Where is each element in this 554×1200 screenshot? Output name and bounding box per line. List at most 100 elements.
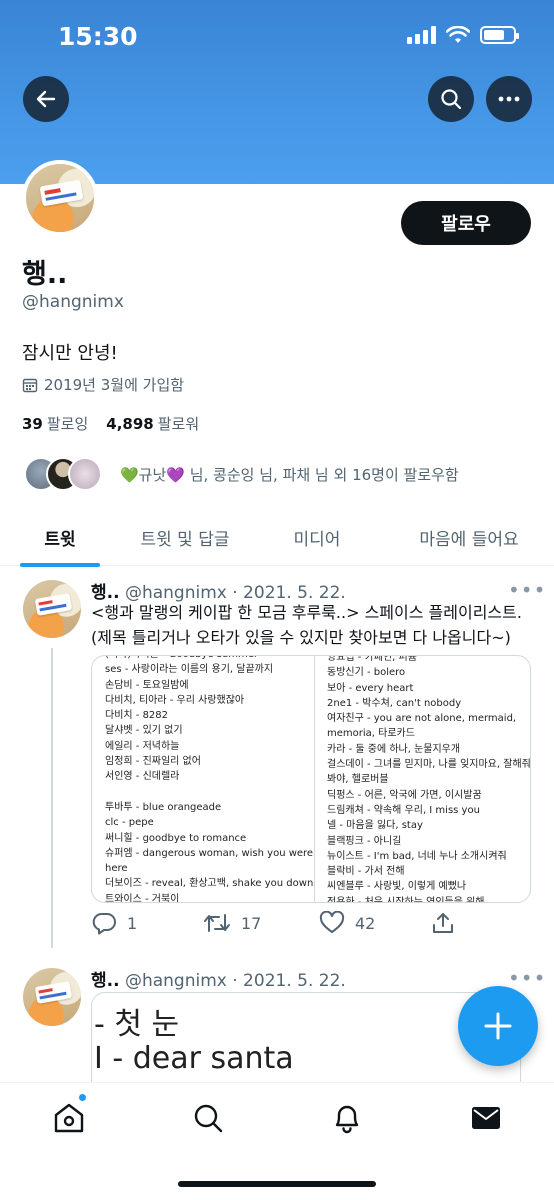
messages-mail-icon[interactable] [469,1101,503,1135]
playlist-line: 블락비 - 가서 전해 [327,866,405,878]
media-divider [314,656,315,902]
tweet-actions: 1 17 42 [91,911,511,941]
tweet-text: <행과 말랭의 케이팝 한 모금 후루룩..> 스페이스 플레이리스트. (제목… [91,600,531,650]
profile-avatar[interactable] [22,160,98,236]
tab-tweets[interactable]: 트윗 [0,508,120,566]
playlist-line: 양요섭 - 카페인, 퍼퓸 [327,655,417,663]
playlist-line: here [105,863,128,875]
home-icon[interactable] [52,1101,86,1135]
retweet-button[interactable]: 17 [203,911,261,935]
playlist-line: (여자)아이들 - Goodbye summer [105,656,325,662]
compose-plus-icon [484,1012,512,1040]
playlist-line: 씨엔블루 - 사랑빛, 이렇게 예뻤나 [327,881,467,893]
playlist-line: 넬 - 마음을 잃다, stay [327,820,423,832]
more-icon [498,96,520,102]
playlist-line: 블랙핑크 - 아니길 [327,835,402,847]
more-options-button[interactable] [486,76,532,122]
tweet-author-name[interactable]: 행.. [91,971,120,991]
back-button[interactable] [23,76,69,122]
like-button[interactable]: 42 [319,911,375,935]
playlist-line [105,785,325,800]
battery-icon [480,26,519,44]
followed-by-avatars[interactable] [24,457,102,491]
playlist-line: 동방신기 - bolero [327,667,406,679]
followed-by-text[interactable]: 💚규낫💜 님, 콩순잉 님, 파채 님 외 16명이 팔로우함 [120,464,459,485]
like-count: 42 [355,913,376,933]
joined-text: 2019년 3월에 가입함 [44,376,185,394]
home-indicator[interactable] [178,1181,376,1187]
playlist-right-column: 양요섭 - 카페인, 퍼퓸동방신기 - bolero 보아 - every hea… [327,655,531,903]
thread-line [51,648,53,948]
tab-media[interactable]: 미디어 [250,508,384,566]
reply-button[interactable]: 1 [91,911,137,935]
back-arrow-icon [36,90,56,108]
tweet-text-line: <행과 말랭의 케이팝 한 모금 후루룩..> 스페이스 플레이리스트. [91,603,522,622]
search-button[interactable] [428,76,474,122]
playlist-line: 보아 - every heart [327,682,414,694]
tweet-avatar[interactable] [23,580,81,638]
playlist-line: memoria, 타로카드 [327,728,415,740]
follower-avatar [68,457,102,491]
share-icon [433,913,453,933]
playlist-line: 딕펑스 - 어른, 악국에 가면, 이시발꿈 [327,789,482,801]
wifi-icon [446,26,470,43]
follow-stats: 39 팔로잉 4,898 팔로워 [22,413,199,434]
follow-button[interactable]: 팔로우 [401,201,531,245]
tweet-more-button[interactable]: ••• [508,966,546,990]
playlist-line: 뉴이스트 - I'm bad, 너네 누나 소개시켜줘 [327,850,507,862]
tab-tweets-and-replies[interactable]: 트윗 및 답글 [120,508,250,566]
compose-tweet-button[interactable] [458,986,538,1066]
playlist-line: 써니힐 - goodbye to romance [105,832,247,844]
tweet-media-image[interactable]: - 첫 눈 I - dear santa [91,992,521,1092]
playlist-left-column: (여자)아이들 - Goodbye summer ses - 사랑이라는 이름의 … [105,656,325,903]
share-button[interactable] [431,911,455,935]
tweet-avatar[interactable] [23,968,81,1026]
playlist-line: 에일리 - 저녁하늘 [105,740,180,752]
playlist-line: 다비치, 티아라 - 우리 사랑했잖아 [105,694,245,706]
profile-bio: 잠시만 안녕! [22,343,118,364]
playlist-line: 봐야, 헬로버블 [327,774,389,786]
media-text-line: - 첫 눈 [94,1007,180,1042]
playlist-line: 슈퍼엠 - dangerous woman, wish you were [105,847,314,859]
playlist-line: ses - 사랑이라는 이름의 용기, 달끝까지 [105,664,274,676]
profile-handle: @hangnimx [22,292,124,312]
notifications-bell-icon[interactable] [330,1101,364,1135]
tweet-text-line: (제목 틀리거나 오타가 있을 수 있지만 찾아보면 다 나옵니다~) [91,628,511,647]
display-name: 행.. [22,259,68,290]
playlist-line: 정용화 - 처음 시작하는 연인들을 위해 [327,896,485,903]
following-link[interactable]: 39 팔로잉 [22,413,88,434]
status-time: 15:30 [58,22,138,51]
joined-date: 2019년 3월에 가입함 [22,374,184,395]
tweet-handle-date: @hangnimx · 2021. 5. 22. [124,971,346,991]
playlist-line: 걸스데이 - 그녀를 믿지마, 나를 잊지마요, 잘해줘 [327,759,531,771]
explore-search-icon[interactable] [191,1101,225,1135]
playlist-line: 달샤벳 - 있기 없기 [105,725,183,737]
tweet-header: 행.. @hangnimx · 2021. 5. 22. [91,966,346,991]
cellular-signal-icon [407,26,436,44]
playlist-line: 카라 - 둘 중에 하나, 눈물지우개 [327,743,461,755]
playlist-line: 2ne1 - 박수쳐, can't nobody [327,697,462,709]
playlist-line: 투바투 - blue orangeade [105,801,222,813]
reply-count: 1 [127,913,138,933]
playlist-line: 더보이즈 - reveal, 환상고백, shake you down [105,878,314,890]
retweet-icon [204,914,230,932]
playlist-line: 여자친구 - you are not alone, mermaid, [327,713,517,725]
profile-tabs: 트윗 트윗 및 답글 미디어 마음에 들어요 [0,508,554,566]
media-text-line: I - dear santa [94,1041,294,1076]
followers-link[interactable]: 4,898 팔로워 [106,413,199,434]
playlist-line: clc - pepe [105,817,154,829]
playlist-line: 트와이스 - 거북이 [105,893,180,903]
tweet-media-image[interactable]: (여자)아이들 - Goodbye summer ses - 사랑이라는 이름의 … [91,655,531,903]
like-icon [319,911,345,933]
reply-icon [92,913,116,935]
tweet-more-button[interactable]: ••• [508,578,546,602]
playlist-line: 서인영 - 신데렐라 [105,771,180,783]
calendar-icon [22,378,38,392]
playlist-line: 임정희 - 진짜일리 없어 [105,756,201,768]
status-icons [407,26,519,44]
playlist-line: 드림캐쳐 - 약속해 우리, I miss you [327,804,480,816]
playlist-line: 다비치 - 8282 [105,710,169,722]
search-icon [441,89,462,110]
tab-likes[interactable]: 마음에 들어요 [384,508,554,566]
playlist-line: 손담비 - 토요일밤에 [105,679,189,691]
